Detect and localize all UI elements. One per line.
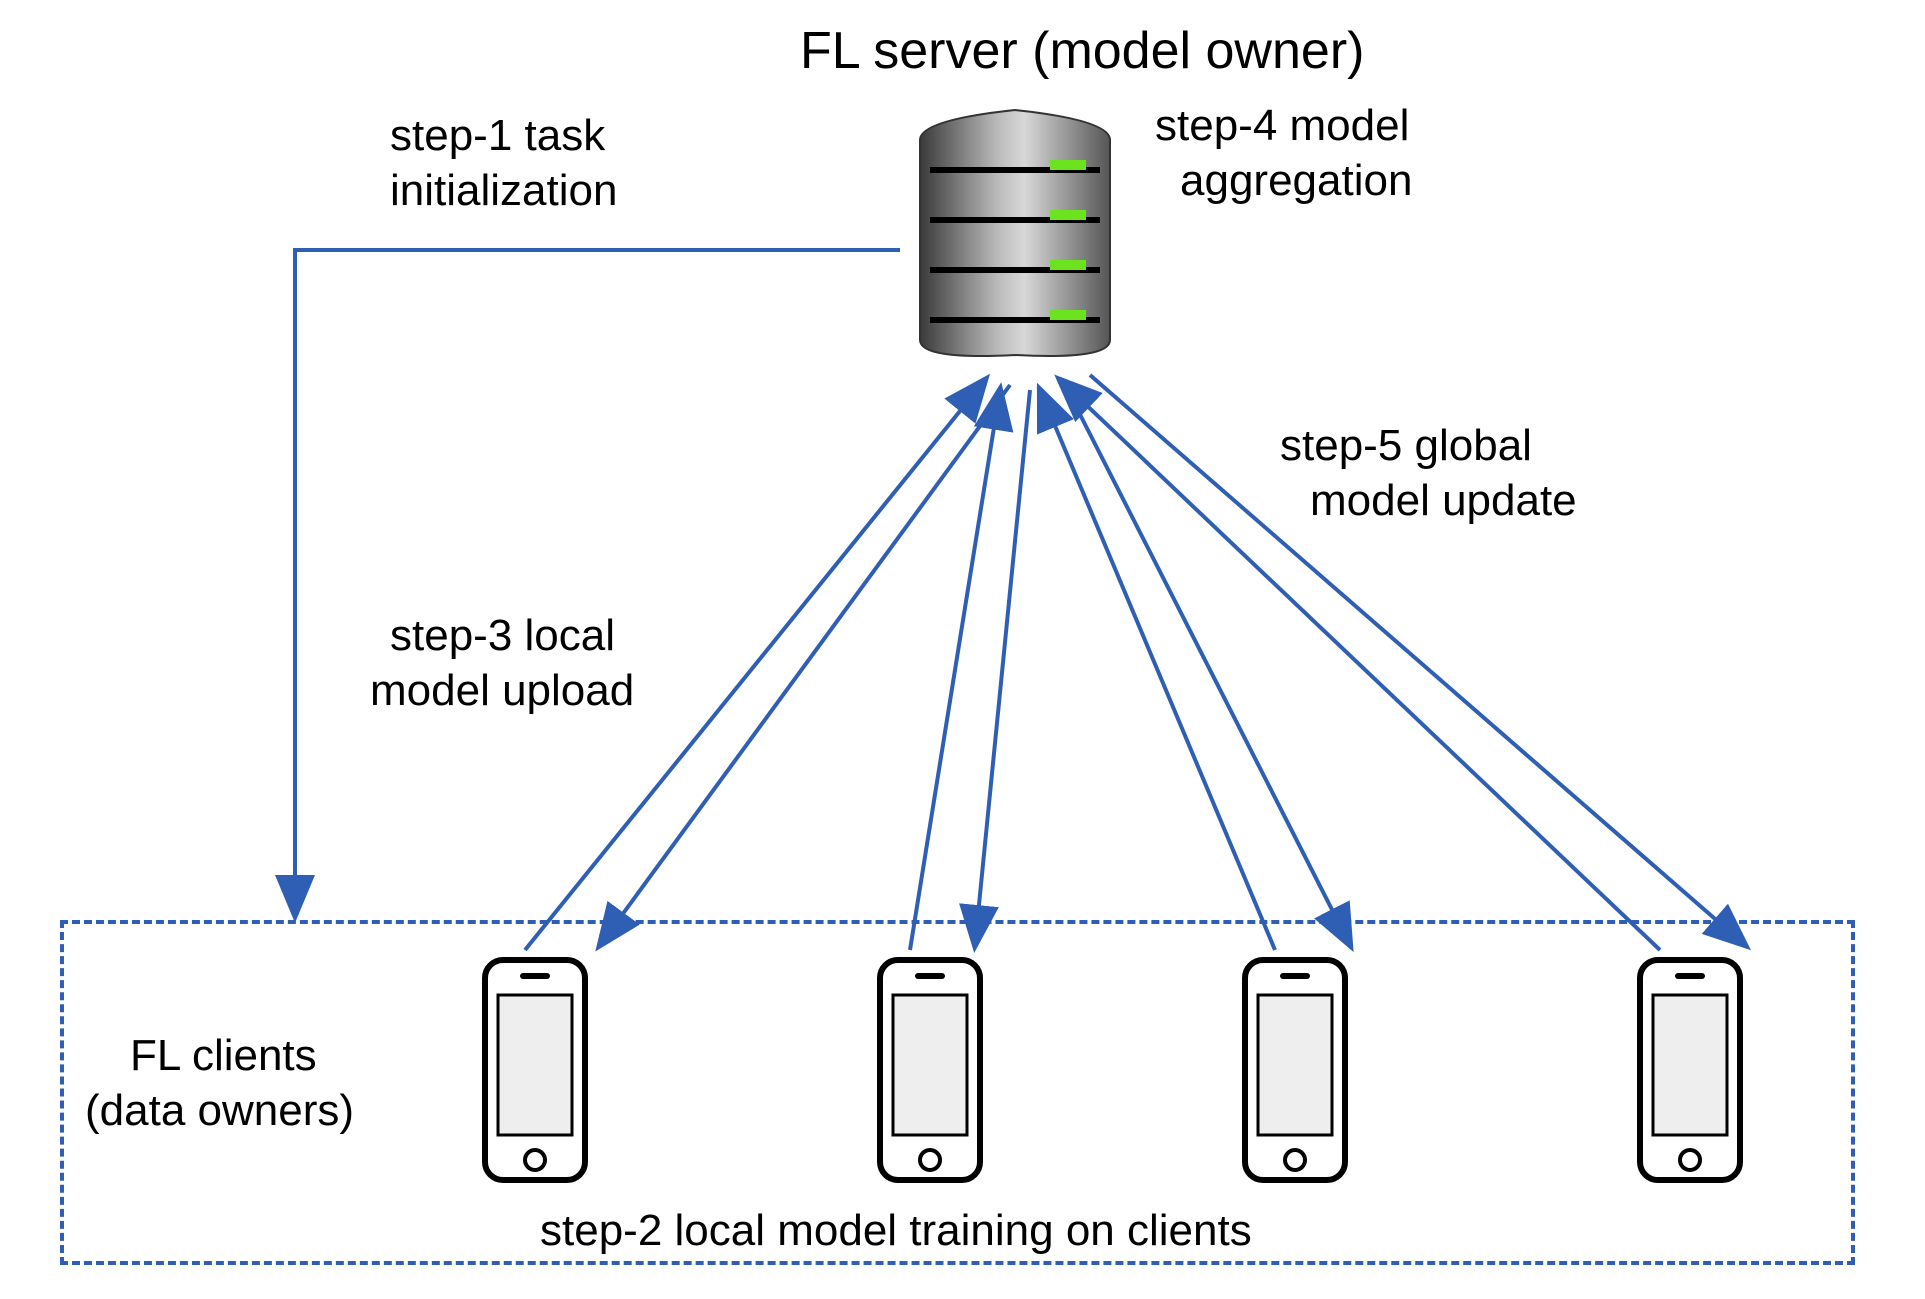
phone-icon-4 <box>1625 955 1755 1185</box>
step5-label-line1: step-5 global <box>1280 420 1532 473</box>
phone-icon-1 <box>470 955 600 1185</box>
arrow-down-2 <box>975 390 1030 945</box>
step4-label-line2: aggregation <box>1180 155 1412 208</box>
step1-label-line1: step-1 task <box>390 110 605 163</box>
phone-icon-3 <box>1230 955 1360 1185</box>
title-label: FL server (model owner) <box>800 20 1364 82</box>
server-icon <box>920 110 1110 356</box>
step3-label-line2: model upload <box>370 665 634 718</box>
clients-label-line2: (data owners) <box>85 1085 354 1138</box>
arrow-down-1 <box>600 385 1010 945</box>
arrow-up-2 <box>910 390 1000 950</box>
step4-label-line1: step-4 model <box>1155 100 1409 153</box>
arrow-step1 <box>295 250 900 915</box>
step5-label-line2: model update <box>1310 475 1577 528</box>
phone-icon-2 <box>865 955 995 1185</box>
step1-label-line2: initialization <box>390 165 617 218</box>
step3-label-line1: step-3 local <box>390 610 615 663</box>
clients-label-line1: FL clients <box>130 1030 317 1083</box>
step2-label: step-2 local model training on clients <box>540 1205 1252 1258</box>
